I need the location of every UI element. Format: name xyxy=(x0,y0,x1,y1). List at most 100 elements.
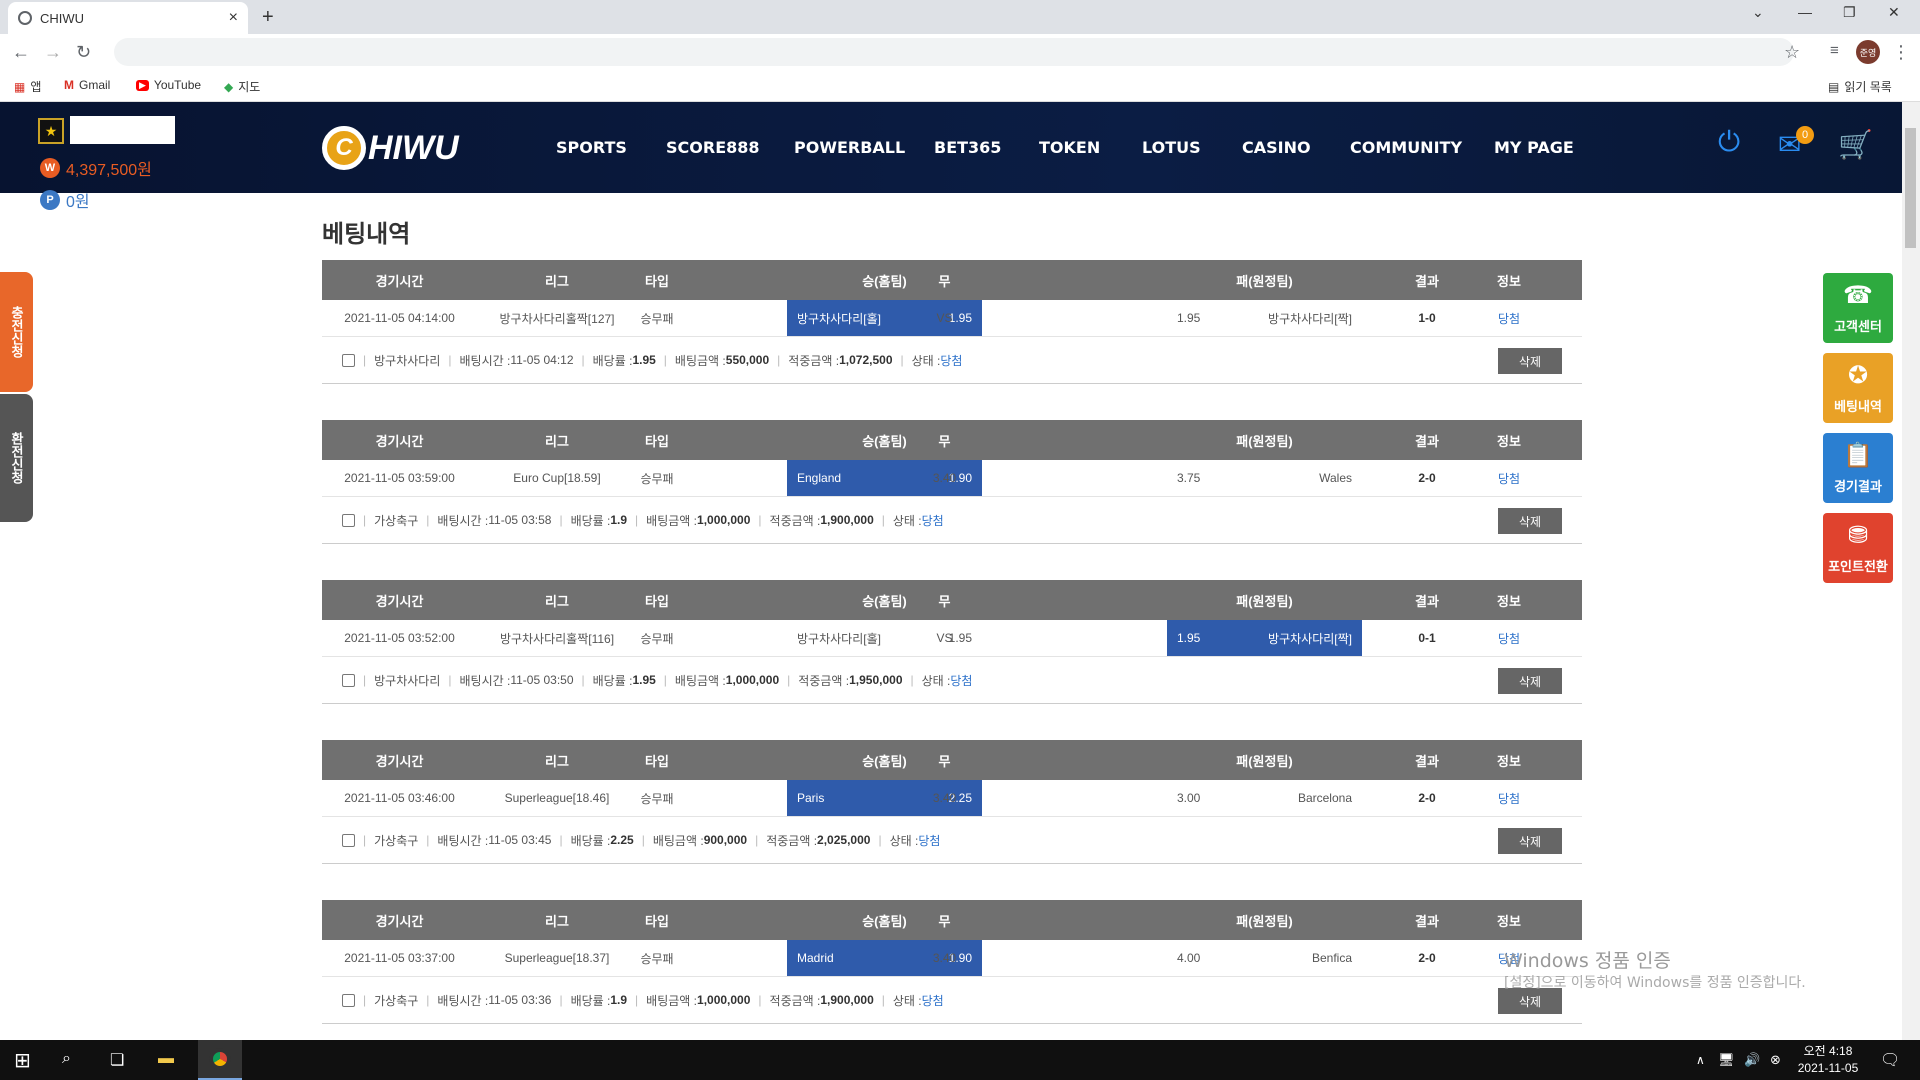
select-checkbox[interactable] xyxy=(342,993,355,1007)
home-team-name: Madrid xyxy=(797,951,834,965)
column-header-type: 타입 xyxy=(645,753,669,769)
cart-icon[interactable]: 🛒 xyxy=(1838,128,1873,161)
nav-sports[interactable]: SPORTS xyxy=(556,138,627,157)
match-result: 0-1 xyxy=(1418,631,1436,645)
nav-community[interactable]: COMMUNITY xyxy=(1350,138,1462,157)
back-icon[interactable]: ← xyxy=(12,42,30,63)
info-link[interactable]: 당첨 xyxy=(1469,620,1549,656)
logo-c-icon: C xyxy=(322,126,366,170)
ime-icon[interactable]: ⊗ xyxy=(1770,1052,1781,1068)
select-checkbox[interactable] xyxy=(342,353,355,367)
address-bar[interactable] xyxy=(114,38,1794,66)
select-checkbox[interactable] xyxy=(342,833,355,847)
delete-button[interactable]: 삭제 xyxy=(1498,828,1562,854)
bookmark-gmail[interactable]: M Gmail xyxy=(64,78,110,92)
info-link[interactable]: 당첨 xyxy=(1469,780,1549,816)
select-checkbox[interactable] xyxy=(342,513,355,527)
site-logo[interactable]: C HIWU xyxy=(322,126,459,170)
away-team-pick[interactable]: 1.95 방구차사다리[짝] xyxy=(1167,300,1362,336)
task-view-icon[interactable]: ❏ xyxy=(110,1050,124,1070)
info-link[interactable]: 당첨 xyxy=(1469,460,1549,496)
nav-lotus[interactable]: LOTUS xyxy=(1142,138,1201,157)
search-icon[interactable]: ⌕ xyxy=(62,1050,71,1068)
close-window-button[interactable]: ✕ xyxy=(1888,4,1900,21)
amount-value: 900,000 xyxy=(703,833,748,847)
separator: | xyxy=(881,513,885,527)
bet-detail-row: | 가상축구 | 배팅시간 : 11-05 03:58 | 배당률 : 1.9 | 배팅금액 … xyxy=(322,497,1582,544)
separator: | xyxy=(910,673,914,687)
restore-button[interactable]: ❐ xyxy=(1843,4,1856,21)
bookmark-maps[interactable]: ◆ 지도 xyxy=(224,78,260,95)
bet-time-label: 배팅시간 : xyxy=(459,673,511,688)
reading-list[interactable]: ▤ 읽기 목록 xyxy=(1828,78,1892,95)
tab-search-icon[interactable]: ⌄ xyxy=(1752,4,1764,21)
select-checkbox[interactable] xyxy=(342,673,355,687)
bookmark-apps[interactable]: ▦ 앱 xyxy=(14,78,41,95)
customer-center-button[interactable]: ☎ 고객센터 xyxy=(1823,273,1893,343)
match-result: 2-0 xyxy=(1418,951,1436,965)
away-team-pick[interactable]: 3.75 Wales xyxy=(1167,460,1362,496)
profile-avatar[interactable]: 준영 xyxy=(1856,40,1880,64)
away-team-name: 방구차사다리[짝] xyxy=(1268,631,1352,646)
separator: | xyxy=(881,993,885,1007)
delete-button[interactable]: 삭제 xyxy=(1498,668,1562,694)
delete-button[interactable]: 삭제 xyxy=(1498,348,1562,374)
match-results-button[interactable]: 📋 경기결과 xyxy=(1823,433,1893,503)
away-team-name: Benfica xyxy=(1311,951,1352,965)
nav-bet365[interactable]: BET365 xyxy=(934,138,1001,157)
column-header-type: 타입 xyxy=(645,593,669,609)
amount-label: 배팅금액 : xyxy=(646,993,698,1008)
new-tab-button[interactable]: + xyxy=(262,6,274,29)
page-title: 베팅내역 xyxy=(322,221,411,248)
separator: | xyxy=(426,833,430,847)
bet-card: 경기시간 리그 타입 승(홈팀) 무 패(원정팀) 결과 정보 2021-11-05 03:59… xyxy=(322,420,1582,544)
notification-icon[interactable]: 🗨 xyxy=(1880,1050,1900,1070)
exchange-request-tab[interactable]: 환전신청 xyxy=(0,394,33,522)
menu-icon[interactable]: ⋮ xyxy=(1892,42,1910,63)
reading-mode-icon[interactable]: ≡ xyxy=(1830,42,1839,59)
nav-token[interactable]: TOKEN xyxy=(1039,138,1100,157)
away-team-name: Wales xyxy=(1319,471,1352,485)
column-header-result: 결과 xyxy=(1415,753,1439,769)
power-icon[interactable]: ⏻ xyxy=(1718,126,1740,159)
charge-request-tab[interactable]: 충전신청 xyxy=(0,272,33,392)
close-tab-icon[interactable]: × xyxy=(229,9,238,27)
away-team-pick[interactable]: 1.95 방구차사다리[짝] xyxy=(1167,620,1362,656)
draw-value: 3.40 xyxy=(932,791,957,805)
info-link[interactable]: 당첨 xyxy=(1469,300,1549,336)
column-header-info: 정보 xyxy=(1497,433,1521,449)
point-exchange-button[interactable]: ⛃ 포인트전환 xyxy=(1823,513,1893,583)
file-explorer-icon[interactable]: ▬ xyxy=(158,1050,174,1068)
nav-casino[interactable]: CASINO xyxy=(1242,138,1311,157)
browser-tab[interactable]: CHIWU × xyxy=(8,2,248,34)
delete-button[interactable]: 삭제 xyxy=(1498,508,1562,534)
bookmark-star-icon[interactable]: ☆ xyxy=(1784,42,1800,63)
network-icon[interactable]: 🖥 xyxy=(1718,1052,1735,1068)
amount-value: 1,000,000 xyxy=(697,993,751,1007)
bet-time-label: 배팅시간 : xyxy=(459,353,511,368)
bet-history-button[interactable]: ✪ 베팅내역 xyxy=(1823,353,1893,423)
separator: | xyxy=(448,673,452,687)
nav-my-page[interactable]: MY PAGE xyxy=(1494,138,1574,157)
minimize-button[interactable]: — xyxy=(1798,4,1812,20)
nav-score888[interactable]: SCORE888 xyxy=(666,138,760,157)
bookmark-youtube[interactable]: ▶ YouTube xyxy=(136,78,201,92)
windows-activation-title: Windows 정품 인증 xyxy=(1504,950,1671,972)
forward-icon[interactable]: → xyxy=(44,42,62,63)
scrollbar-thumb[interactable] xyxy=(1905,128,1916,248)
tab-title: CHIWU xyxy=(40,10,85,26)
separator: | xyxy=(559,513,563,527)
clock[interactable]: 오전 4:18 2021-11-05 xyxy=(1792,1043,1864,1077)
gmail-icon: M xyxy=(64,78,74,92)
nav-powerball[interactable]: POWERBALL xyxy=(794,138,905,157)
away-team-pick[interactable]: 3.00 Barcelona xyxy=(1167,780,1362,816)
medal-icon: ✪ xyxy=(1847,362,1869,389)
game-name: 방구차사다리 xyxy=(374,673,441,688)
reload-icon[interactable]: ↻ xyxy=(76,42,91,63)
chrome-taskbar-icon[interactable] xyxy=(198,1040,242,1080)
tray-chevron-icon[interactable]: ∧ xyxy=(1696,1053,1705,1067)
windows-start-icon[interactable]: ⊞ xyxy=(14,1048,31,1073)
away-team-pick[interactable]: 4.00 Benfica xyxy=(1167,940,1362,976)
amount-label: 배팅금액 : xyxy=(646,513,698,528)
volume-icon[interactable]: 🔊 xyxy=(1744,1052,1760,1068)
